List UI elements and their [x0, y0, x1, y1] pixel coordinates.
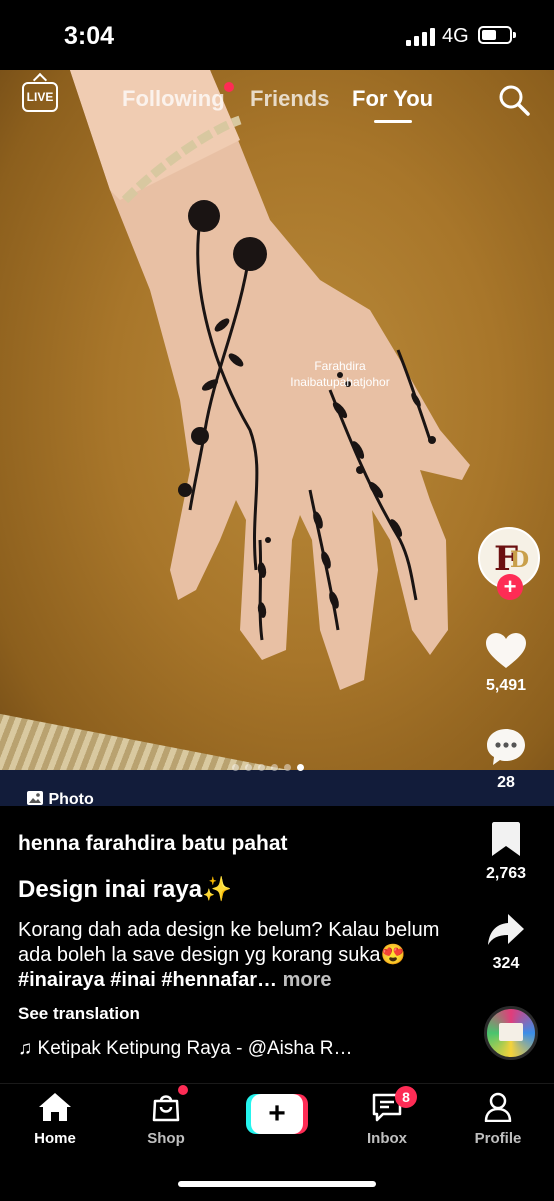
post-title: Design inai raya✨	[18, 876, 232, 903]
network-type: 4G	[442, 25, 469, 47]
following-notification-dot	[224, 82, 234, 92]
carousel-dot	[245, 764, 252, 771]
watermark-handle: Inaibatupahatjohor	[290, 375, 390, 389]
carousel-indicator	[232, 758, 310, 776]
carousel-dot	[232, 764, 239, 771]
shopping-bag-icon	[152, 1095, 180, 1122]
tab-following[interactable]: Following	[122, 86, 225, 112]
comment-action[interactable]: 28	[458, 727, 554, 792]
home-icon	[39, 1093, 71, 1121]
create-button[interactable]: +	[246, 1094, 308, 1134]
image-icon	[27, 791, 43, 805]
photo-badge: Photo	[26, 790, 94, 809]
save-action[interactable]: 2,763	[458, 820, 554, 883]
photo-watermark: Farahdira Inaibatupahatjohor	[270, 358, 410, 390]
post-description[interactable]: Korang dah ada design ke belum? Kalau be…	[18, 918, 448, 993]
comment-count: 28	[497, 774, 515, 791]
comment-icon[interactable]	[485, 727, 527, 767]
search-icon[interactable]	[498, 84, 530, 116]
inbox-badge: 8	[395, 1086, 417, 1108]
music-title: Ketipak Ketipung Raya - @Aisha R…	[37, 1038, 353, 1059]
music-note-icon: ♫	[18, 1038, 33, 1059]
carousel-dot	[284, 764, 291, 771]
carousel-dot	[271, 764, 278, 771]
top-nav: LIVE Following Friends For You	[0, 78, 554, 123]
bookmark-icon[interactable]	[490, 820, 522, 858]
music-disc-icon[interactable]	[484, 1006, 538, 1060]
henna-hand-image	[70, 70, 470, 690]
tab-for-you[interactable]: For You	[352, 86, 433, 112]
battery-icon	[478, 26, 516, 44]
nav-home[interactable]: Home	[15, 1092, 95, 1147]
share-count: 324	[492, 955, 520, 972]
active-tab-indicator	[374, 120, 412, 123]
nav-profile[interactable]: Profile	[458, 1092, 538, 1147]
watermark-name: Farahdira	[314, 359, 366, 373]
plus-icon: +	[251, 1094, 303, 1134]
nav-home-label: Home	[34, 1130, 76, 1147]
nav-shop[interactable]: Shop	[126, 1092, 206, 1147]
nav-inbox-label: Inbox	[367, 1130, 407, 1147]
author-name[interactable]: henna farahdira batu pahat	[18, 832, 448, 856]
like-count: 5,491	[485, 677, 527, 694]
carousel-dot-active	[297, 764, 304, 771]
tab-friends[interactable]: Friends	[250, 86, 329, 112]
nav-profile-label: Profile	[474, 1130, 522, 1147]
post-photo[interactable]: Farahdira Inaibatupahatjohor	[0, 70, 554, 806]
description-text: Korang dah ada design ke belum? Kalau be…	[18, 919, 440, 966]
cellular-signal-icon	[406, 28, 435, 46]
live-button[interactable]: LIVE	[22, 82, 58, 112]
status-bar: 3:04 4G	[0, 0, 554, 70]
media-type-label: Photo	[48, 791, 94, 808]
save-count: 2,763	[485, 865, 527, 882]
share-icon[interactable]	[486, 912, 526, 948]
see-translation-link[interactable]: See translation	[18, 1004, 448, 1024]
follow-button[interactable]: +	[497, 574, 523, 600]
heart-icon[interactable]	[485, 632, 527, 670]
status-time: 3:04	[64, 22, 115, 50]
nav-shop-label: Shop	[147, 1130, 185, 1147]
more-link[interactable]: more	[277, 969, 332, 991]
share-action[interactable]: 324	[458, 912, 554, 973]
shop-notification-dot	[178, 1085, 188, 1095]
avatar-logo-d: D	[510, 547, 530, 573]
hashtags[interactable]: #inairaya #inai #hennafar…	[18, 969, 277, 991]
home-indicator[interactable]	[178, 1181, 376, 1187]
music-track[interactable]: ♫ Ketipak Ketipung Raya - @Aisha R…	[18, 1038, 448, 1060]
like-action[interactable]: 5,491	[458, 632, 554, 695]
carousel-dot	[258, 764, 265, 771]
profile-icon	[484, 1092, 512, 1123]
